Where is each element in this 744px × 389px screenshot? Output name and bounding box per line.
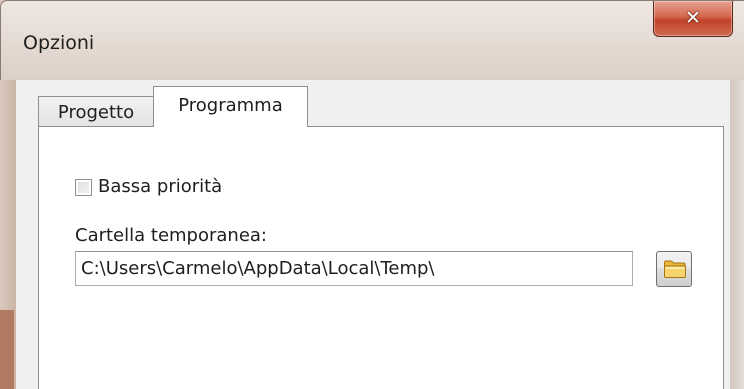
browse-folder-button[interactable] — [656, 251, 692, 287]
tab-programma[interactable]: Programma — [153, 86, 308, 127]
close-button[interactable]: ✕ — [653, 1, 733, 37]
close-icon: ✕ — [685, 7, 701, 29]
low-priority-checkbox[interactable] — [75, 179, 92, 196]
options-dialog: Opzioni ✕ Progetto Programma Bassa prior… — [0, 0, 744, 389]
dialog-client-area: Progetto Programma Bassa priorità Cartel… — [16, 80, 730, 389]
low-priority-label[interactable]: Bassa priorità — [98, 176, 222, 197]
folder-icon — [664, 260, 686, 278]
tab-progetto[interactable]: Progetto — [38, 96, 154, 126]
tab-panel-programma: Bassa priorità Cartella temporanea: — [38, 126, 724, 389]
tab-progetto-label: Progetto — [57, 102, 135, 123]
temp-folder-input[interactable] — [75, 251, 633, 286]
title-bar[interactable]: Opzioni ✕ — [0, 0, 744, 80]
temp-folder-label: Cartella temporanea: — [75, 225, 267, 246]
window-title: Opzioni — [23, 32, 95, 54]
tab-programma-label: Programma — [178, 95, 283, 116]
